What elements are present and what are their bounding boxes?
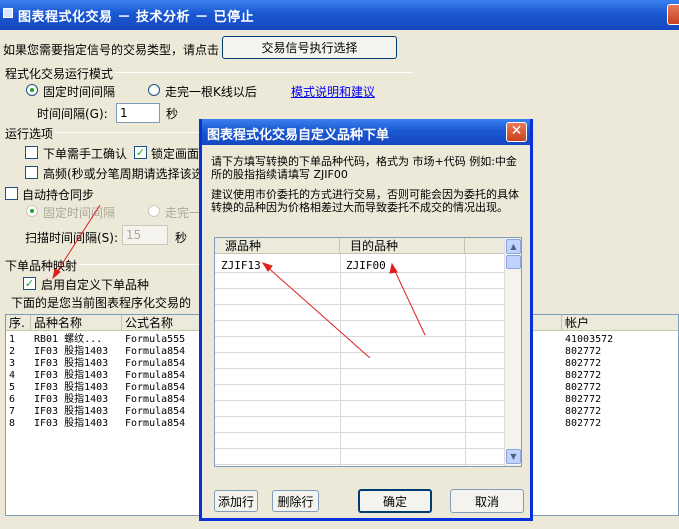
annotation-arrow-enable — [54, 204, 101, 276]
annotation-arrows — [52, 204, 426, 359]
annotation-arrow-target — [392, 266, 426, 336]
annotation-arrow-source — [264, 264, 371, 359]
